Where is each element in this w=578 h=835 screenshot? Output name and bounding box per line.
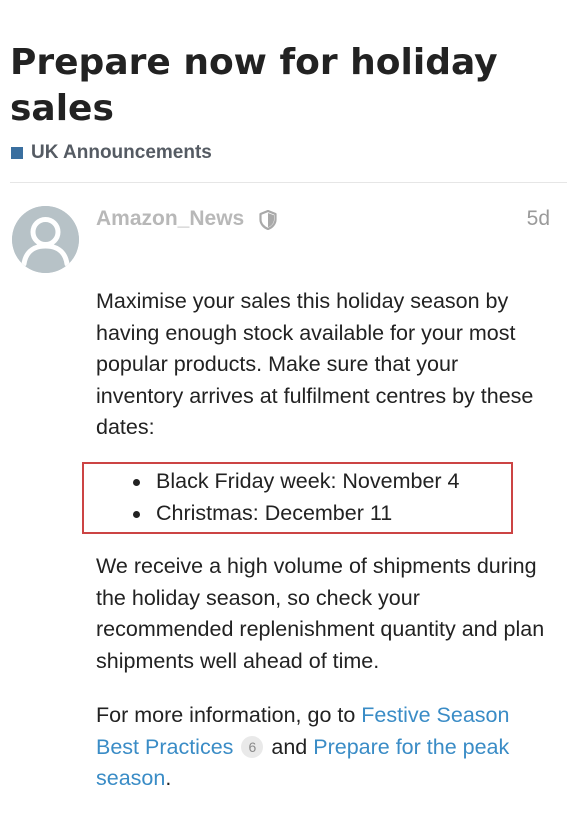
page-title: Prepare now for holiday sales xyxy=(10,42,498,129)
link-click-count-badge: 6 xyxy=(241,735,264,758)
post-paragraph-3: For more information, go to Festive Seas… xyxy=(96,700,556,795)
post-date[interactable]: 5d xyxy=(527,207,550,231)
category-color-square xyxy=(11,147,23,159)
list-item: Christmas: December 11 xyxy=(133,498,460,530)
dates-list: Black Friday week: November 4 Christmas:… xyxy=(133,466,460,530)
paragraph-3-suffix: . xyxy=(165,766,172,790)
category-badge[interactable]: UK Announcements xyxy=(11,142,212,164)
default-user-avatar-icon xyxy=(12,206,79,273)
post-author-username[interactable]: Amazon_News xyxy=(96,207,244,231)
post-paragraph-1: Maximise your sales this holiday season … xyxy=(96,289,534,439)
post-body: Maximise your sales this holiday season … xyxy=(96,286,546,466)
shield-icon xyxy=(259,210,277,230)
paragraph-3-prefix: For more information, go to xyxy=(96,703,362,727)
paragraph-3-middle: and xyxy=(265,734,314,759)
list-item: Black Friday week: November 4 xyxy=(133,466,460,498)
post-paragraph-2: We receive a high volume of shipments du… xyxy=(96,554,545,673)
header-divider xyxy=(10,182,567,183)
avatar[interactable] xyxy=(12,206,79,273)
category-label: UK Announcements xyxy=(31,142,212,163)
